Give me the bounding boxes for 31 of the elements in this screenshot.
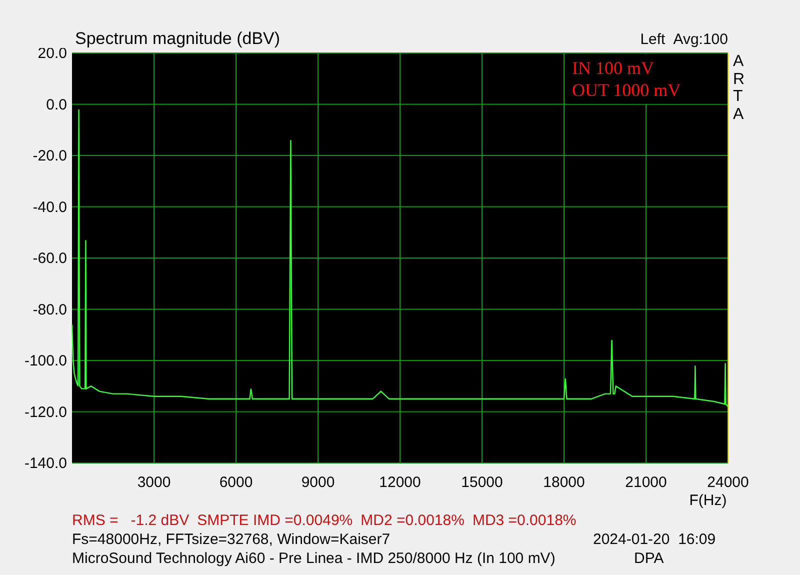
- timestamp-text: 2024-01-20 16:09: [593, 530, 716, 549]
- annotation-text: IN 100 mV: [572, 57, 655, 79]
- channel-label: Left: [640, 32, 666, 47]
- y-tick-label: -40.0: [32, 198, 67, 216]
- annotation-text: OUT 1000 mV: [572, 79, 682, 101]
- chart-title: Spectrum magnitude (dBV): [75, 30, 280, 47]
- y-tick-label: -20.0: [32, 148, 67, 164]
- x-tick-label: 3000: [137, 474, 171, 491]
- x-tick-label: 9000: [301, 474, 335, 491]
- y-tick-label: -100.0: [24, 352, 67, 370]
- description-text: MicroSound Technology Ai60 - Pre Linea - IMD 250/8000 Hz (In 100 mV): [72, 549, 556, 568]
- x-tick-label: 18000: [543, 474, 585, 491]
- average-label: Avg:100: [673, 32, 728, 47]
- measurement-text: SMPTE IMD =0.0049%: [197, 511, 353, 530]
- x-tick-label: 24000: [707, 474, 749, 491]
- measurement-text: MD2 =0.0018%: [360, 511, 464, 530]
- measurement-text: MD3 =0.0018%: [472, 511, 576, 530]
- y-tick-label: 0.0: [46, 96, 67, 114]
- y-tick-label: -140.0: [24, 455, 67, 472]
- settings-text: Fs=48000Hz, FFTsize=32768, Window=Kaiser7: [72, 530, 392, 549]
- measurement-text: RMS = -1.2 dBV: [72, 511, 190, 530]
- y-tick-label: -120.0: [24, 404, 67, 421]
- x-tick-label: 6000: [219, 474, 253, 491]
- author-text: DPA: [634, 549, 664, 568]
- y-tick-label: -80.0: [32, 301, 67, 318]
- x-axis-label: F(Hz): [689, 492, 727, 509]
- x-tick-label: 12000: [379, 474, 421, 491]
- brand-label: ARTA: [733, 53, 746, 124]
- y-tick-label: -60.0: [32, 250, 67, 267]
- x-tick-label: 15000: [461, 474, 503, 491]
- x-tick-label: 21000: [625, 474, 667, 491]
